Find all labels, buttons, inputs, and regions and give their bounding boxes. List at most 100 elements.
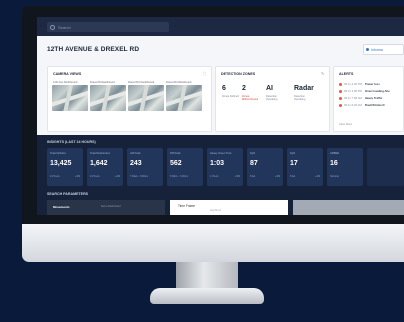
radar-detection-value: Radar (294, 85, 314, 92)
view-more-link[interactable]: View More (339, 122, 395, 126)
stat-period: 1-Hours (210, 175, 219, 178)
detection-zones-title: DETECTION ZONES (221, 72, 256, 76)
monitor-screen: Search 12TH AVENUE & DREXEL RD Informa C… (37, 17, 404, 215)
camera-label: Drexel Rd Southbound (128, 81, 155, 84)
expand-icon[interactable]: ⛶ (203, 71, 206, 76)
camera-views-title: CAMERA VIEWS (53, 72, 82, 76)
alert-time: 09:11 7:08 AM (344, 96, 362, 100)
camera-thumbnail[interactable] (166, 85, 202, 111)
parameters-panel-faded (293, 200, 404, 215)
stat-card[interactable]: AM Peak 243 7:00am - 8:00am (127, 148, 163, 186)
stat-value: 87 (250, 160, 258, 167)
monitor-chin (22, 224, 404, 262)
stat-value: 16 (330, 160, 338, 167)
stat-label: Total Pedestrians (90, 152, 110, 155)
page-header: 12TH AVENUE & DREXEL RD Informa (37, 36, 404, 62)
information-button[interactable]: Informa (363, 44, 404, 55)
stat-card[interactable]: Split 87 Total +3% (247, 148, 283, 186)
stat-label: Total Vehicles (50, 152, 66, 155)
stat-card[interactable]: Total Vehicles 13,425 24 Hours +3% (47, 148, 83, 186)
stat-card[interactable]: Split 17 Total +1% (287, 148, 323, 186)
alert-name: Overcrowding Ahe (364, 89, 390, 93)
zones-defined-label: Zones Defined (222, 95, 239, 98)
ai-detection-value: AI (266, 85, 273, 92)
zones-malfunctioned-value: 2 (242, 85, 246, 92)
alert-dot-icon (339, 103, 342, 107)
stat-value: 17 (290, 160, 298, 167)
stat-value: 1,642 (90, 160, 108, 167)
stat-period: Total (290, 175, 296, 178)
time-frame-hint: Day/Week (210, 209, 221, 212)
monitor-stand-base (150, 288, 264, 304)
stat-value: 13,425 (50, 160, 72, 167)
alert-dot-icon (339, 96, 342, 100)
camera-label: 12th Ave Northbound (53, 81, 78, 84)
stat-delta: +3% (75, 175, 80, 178)
stat-delta: +4% (115, 175, 120, 178)
camera-thumbnail[interactable] (128, 85, 164, 111)
alert-name: Flash/Strobe D (364, 103, 385, 107)
information-button-label: Informa (371, 48, 383, 52)
search-placeholder: Search (58, 24, 71, 30)
stat-value: 243 (130, 160, 142, 167)
page-title: 12TH AVENUE & DREXEL RD (47, 46, 140, 53)
stat-value: 562 (170, 160, 182, 167)
camera-thumbnail[interactable] (90, 85, 126, 111)
search-icon (50, 24, 55, 30)
movements-hint: Set to Dashboard (101, 205, 121, 208)
stat-label: PM Peak (170, 152, 181, 155)
camera-label: Drexel Rd Westbound (166, 81, 192, 84)
alert-name: Heavy Traffic (364, 96, 383, 100)
zones-malfunctioned-label: Zones Malfunctioned (242, 95, 259, 101)
alerts-title: ALERTS (339, 72, 354, 76)
stat-delta: +3% (275, 175, 280, 178)
alerts-card: ALERTS 09:11 4:06 PM Power loss 09:11 3:0… (333, 66, 404, 132)
detection-zones-card: DETECTION ZONES ✎ 6 Zones Defined 2 Zone… (215, 66, 330, 132)
stat-label: AM Peak (130, 152, 141, 155)
stat-period: 24 Hours (90, 175, 100, 178)
camera-views-card: CAMERA VIEWS ⛶ 12th Ave Northbound Drexe… (47, 66, 212, 132)
stat-period: 5:00pm - 6:00pm (170, 175, 189, 178)
stat-card-partial (367, 148, 404, 186)
stat-card[interactable]: Total Pedestrians 1,642 24 Hours +4% (87, 148, 123, 186)
alert-name: Power loss (364, 82, 380, 86)
desktop-scene: Search 12TH AVENUE & DREXEL RD Informa C… (0, 0, 404, 322)
time-frame-selector[interactable]: Time Frame Day/Week (170, 200, 288, 215)
top-bar: Search (37, 17, 404, 36)
edit-icon[interactable]: ✎ (321, 71, 324, 76)
movements-selector[interactable]: Movements Set to Dashboard (47, 200, 165, 215)
stat-delta: +5% (235, 175, 240, 178)
time-frame-label: Time Frame (178, 204, 196, 208)
stat-label: AMBER (330, 152, 340, 155)
stat-card[interactable]: Heavy Green Time 1:03 1-Hours +5% (207, 148, 243, 186)
stat-period: 24 Hours (50, 175, 60, 178)
stat-delta: +1% (315, 175, 320, 178)
radar-detection-label: Detection Operating (294, 95, 306, 101)
stat-value: 1:03 (210, 160, 225, 167)
stat-card[interactable]: PM Peak 562 5:00pm - 6:00pm (167, 148, 203, 186)
alert-dot-icon (339, 82, 342, 86)
alert-time: 09:11 4:06 PM (344, 82, 362, 86)
alert-item[interactable]: 09:11 7:08 AM Heavy Traffic (339, 96, 395, 100)
search-parameters-title: SEARCH PARAMETERS (47, 192, 89, 196)
alert-item[interactable]: 09:11 4:06 PM Power loss (339, 82, 395, 86)
stat-period: Nominal (330, 175, 339, 178)
ai-detection-label: Detection Operating (266, 95, 278, 101)
overview-panels: CAMERA VIEWS ⛶ 12th Ave Northbound Drexe… (37, 62, 404, 135)
stat-label: Split (290, 152, 296, 155)
movements-label: Movements (53, 205, 70, 209)
alert-dot-icon (339, 89, 342, 93)
search-input[interactable]: Search (47, 22, 169, 32)
zones-defined-value: 6 (222, 85, 226, 92)
info-icon (366, 48, 369, 51)
stat-period: 7:00am - 8:00am (130, 175, 149, 178)
alert-item[interactable]: 09:11 6:30 AM Flash/Strobe D (339, 103, 395, 107)
alert-time: 09:11 6:30 AM (344, 103, 362, 107)
stat-period: Total (250, 175, 256, 178)
alert-item[interactable]: 09:11 3:08 PM Overcrowding Ahe (339, 89, 395, 93)
stat-card[interactable]: AMBER 16 Nominal (327, 148, 363, 186)
alert-time: 09:11 3:08 PM (344, 89, 362, 93)
insights-title: INSIGHTS (LAST 24 HOURS) (47, 140, 96, 144)
camera-thumbnail[interactable] (52, 85, 88, 111)
stat-label: Heavy Green Time (210, 152, 232, 155)
